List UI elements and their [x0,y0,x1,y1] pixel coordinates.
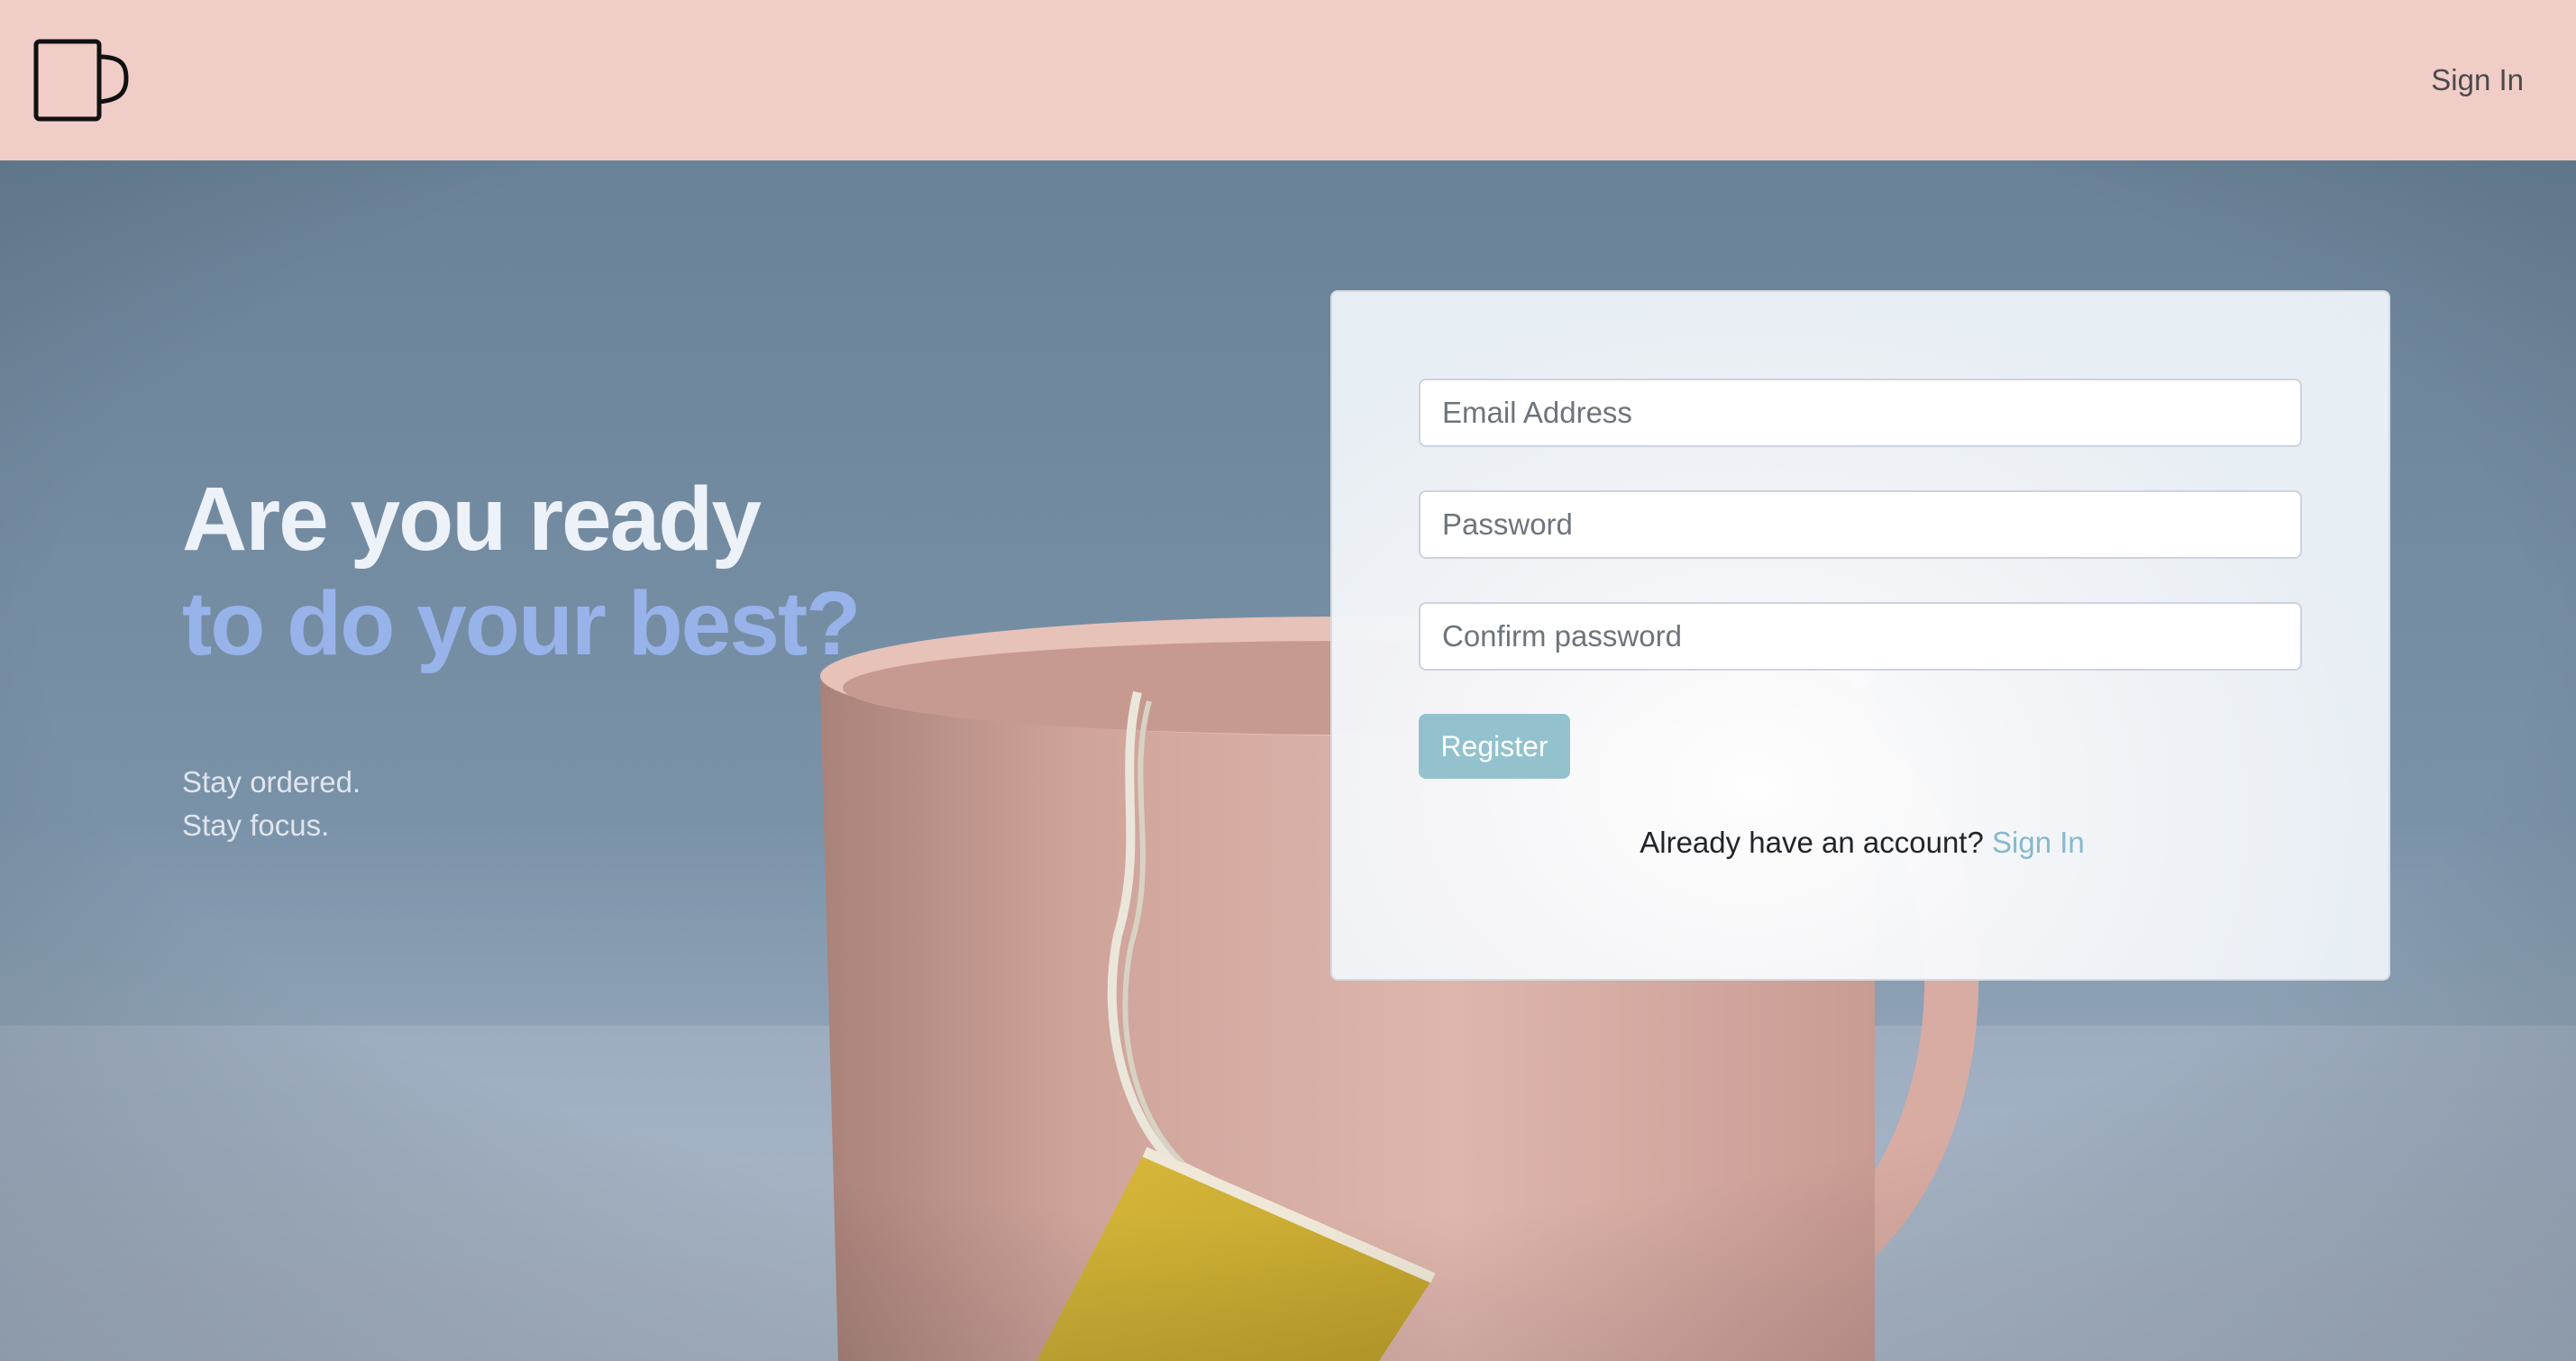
hero-tagline: Stay ordered. Stay focus. [182,761,361,847]
tagline-line2: Stay focus. [182,808,330,842]
hero-title-line1: Are you ready [182,469,762,570]
hero-section: Are you ready to do your best? Stay orde… [0,160,2576,1361]
email-field[interactable] [1419,379,2302,447]
confirm-password-field[interactable] [1419,602,2302,671]
signin-prompt-text: Already have an account? [1640,826,1984,859]
tagline-line1: Stay ordered. [182,765,361,799]
hero-title-line2: to do your best? [182,573,861,674]
mug-icon[interactable] [32,37,130,123]
register-form-card: Register Already have an account? Sign I… [1330,290,2390,981]
password-field[interactable] [1419,490,2302,559]
nav-signin-link[interactable]: Sign In [2431,63,2524,97]
form-signin-link[interactable]: Sign In [1992,826,2085,859]
top-navbar: Sign In [0,0,2576,160]
signin-prompt: Already have an account? Sign In [1332,826,2392,860]
hero-headline: Are you ready to do your best? [182,467,861,676]
register-button[interactable]: Register [1419,714,1570,779]
